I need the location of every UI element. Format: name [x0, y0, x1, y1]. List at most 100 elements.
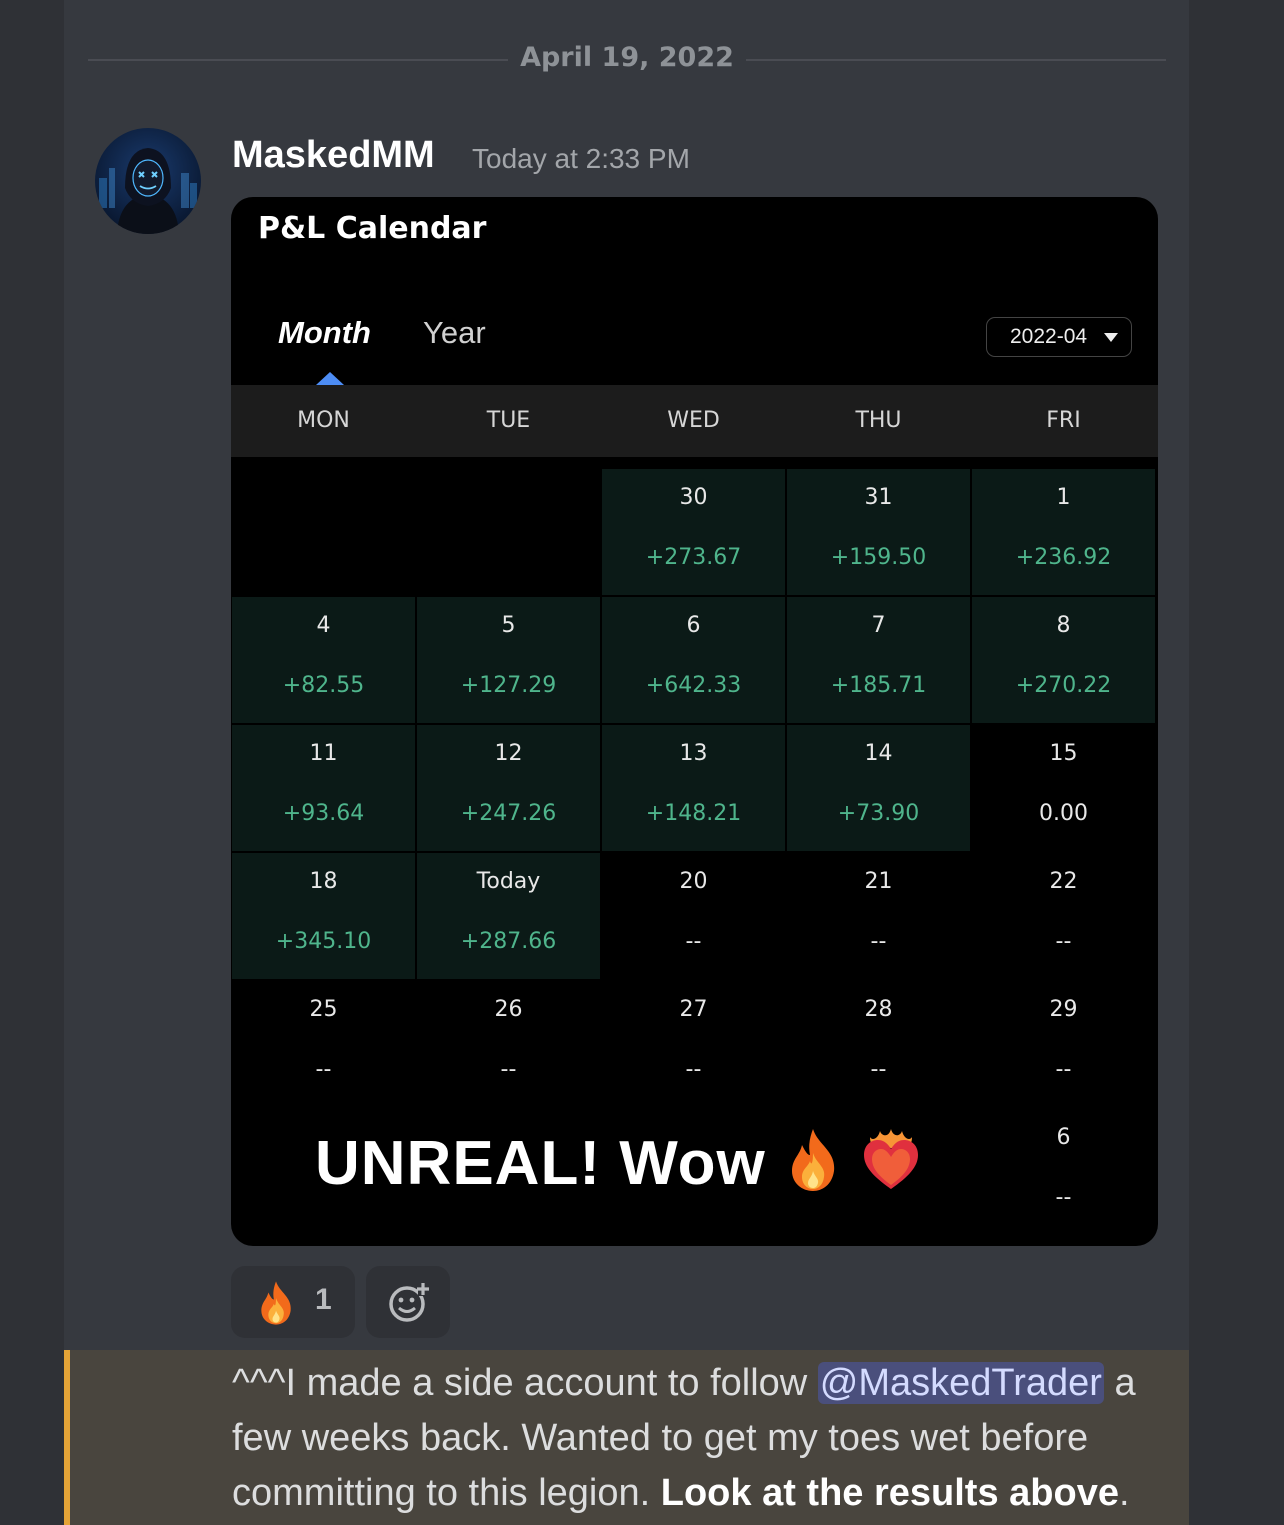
reply-bold: Look at the results above: [660, 1472, 1119, 1514]
day-number: 4: [316, 613, 331, 638]
day-pnl-value: --: [870, 929, 887, 954]
day-pnl-value: +270.22: [1015, 673, 1112, 698]
username[interactable]: MaskedMM: [232, 134, 435, 177]
day-number: 6: [686, 613, 701, 638]
calendar-day-cell[interactable]: 21 --: [787, 853, 970, 979]
weekday-label: MON: [297, 408, 350, 433]
day-pnl-value: --: [1055, 1057, 1072, 1082]
message-timestamp: Today at 2:33 PM: [472, 143, 690, 174]
day-number: 15: [1049, 741, 1078, 766]
weekday-label: THU: [855, 408, 902, 433]
day-number: 21: [864, 869, 893, 894]
date-divider: April 19, 2022: [88, 38, 1166, 82]
reply-message-text: ^^^I made a side account to follow @Mask…: [232, 1356, 1182, 1521]
weekday-label: TUE: [486, 408, 531, 433]
month-select[interactable]: 2022-04: [986, 317, 1132, 357]
day-number: 8: [1056, 613, 1071, 638]
calendar-day-cell[interactable]: 15 0.00: [972, 725, 1155, 851]
day-pnl-value: --: [500, 1057, 517, 1082]
day-pnl-value: --: [685, 1057, 702, 1082]
masked-figure-avatar-icon: [95, 128, 201, 234]
day-pnl-value: +93.64: [282, 801, 365, 826]
day-pnl-value: +236.92: [1015, 545, 1112, 570]
day-number: 22: [1049, 869, 1078, 894]
fire-reaction-button[interactable]: 1: [231, 1266, 355, 1338]
day-pnl-value: +185.71: [830, 673, 927, 698]
calendar-day-cell[interactable]: 12 +247.26: [417, 725, 600, 851]
calendar-day-cell[interactable]: 29 --: [972, 981, 1155, 1107]
day-number: Today: [476, 869, 541, 894]
day-pnl-value: --: [315, 1057, 332, 1082]
calendar-day-cell[interactable]: 26 --: [417, 981, 600, 1107]
avatar[interactable]: [95, 128, 201, 234]
date-divider-text: April 19, 2022: [520, 42, 734, 73]
weekday-label: WED: [667, 408, 720, 433]
heart-on-fire-icon: [860, 1127, 922, 1208]
caption-overlay: UNREAL! Wow: [315, 1127, 922, 1208]
calendar-day-cell[interactable]: 25 --: [232, 981, 415, 1107]
day-pnl-value: --: [1055, 929, 1072, 954]
calendar-day-cell: [232, 469, 415, 595]
calendar-title: P&L Calendar: [258, 211, 487, 246]
calendar-day-cell[interactable]: 5 +127.29: [417, 597, 600, 723]
reply-suffix: .: [1118, 1472, 1130, 1514]
calendar-day-cell[interactable]: 31 +159.50: [787, 469, 970, 595]
calendar-day-cell[interactable]: 27 --: [602, 981, 785, 1107]
right-gutter: [1189, 0, 1284, 1525]
day-number: 26: [494, 997, 523, 1022]
weekday-label: FRI: [1046, 408, 1081, 433]
day-number: 18: [309, 869, 338, 894]
calendar-day-cell[interactable]: 1 +236.92: [972, 469, 1155, 595]
calendar-day-cell[interactable]: 11 +93.64: [232, 725, 415, 851]
add-reaction-button[interactable]: [366, 1266, 450, 1338]
day-pnl-value: +127.29: [460, 673, 557, 698]
calendar-day-cell[interactable]: 30 +273.67: [602, 469, 785, 595]
day-pnl-value: --: [685, 929, 702, 954]
calendar-day-cell[interactable]: 18 +345.10: [232, 853, 415, 979]
calendar-day-cell[interactable]: 28 --: [787, 981, 970, 1107]
active-tab-indicator: [316, 372, 344, 385]
calendar-day-cell[interactable]: 20 --: [602, 853, 785, 979]
day-number: 14: [864, 741, 893, 766]
day-number: 28: [864, 997, 893, 1022]
day-pnl-value: --: [870, 1057, 887, 1082]
calendar-grid: 30 +273.67 31 +159.50 1 +236.92 4 +82.55 5 +127.2…: [231, 469, 1158, 1237]
reaction-count: 1: [315, 1283, 332, 1316]
day-number: 31: [864, 485, 893, 510]
user-mention[interactable]: @MaskedTrader: [817, 1362, 1104, 1404]
calendar-day-cell[interactable]: 8 +270.22: [972, 597, 1155, 723]
day-pnl-value: 0.00: [1039, 801, 1088, 826]
day-number: 11: [309, 741, 338, 766]
day-pnl-value: +273.67: [645, 545, 742, 570]
day-pnl-value: +287.66: [460, 929, 557, 954]
left-gutter: [0, 0, 64, 1525]
day-pnl-value: +82.55: [282, 673, 365, 698]
calendar-day-cell[interactable]: 7 +185.71: [787, 597, 970, 723]
calendar-day-cell[interactable]: 6 +642.33: [602, 597, 785, 723]
day-number: 5: [501, 613, 516, 638]
day-number: 29: [1049, 997, 1078, 1022]
day-number: 30: [679, 485, 708, 510]
calendar-day-cell[interactable]: 6 --: [972, 1109, 1155, 1235]
divider-line-right: [746, 59, 1166, 61]
day-number: 27: [679, 997, 708, 1022]
tab-year[interactable]: Year: [423, 315, 486, 351]
pnl-calendar-screenshot[interactable]: P&L Calendar Month Year 2022-04 MON TUE …: [231, 197, 1158, 1246]
calendar-day-cell[interactable]: 22 --: [972, 853, 1155, 979]
weekday-header: MON TUE WED THU FRI: [231, 385, 1158, 457]
fire-icon: [255, 1280, 297, 1330]
calendar-day-cell[interactable]: 4 +82.55: [232, 597, 415, 723]
calendar-day-cell[interactable]: Today +287.66: [417, 853, 600, 979]
day-number: 1: [1056, 485, 1071, 510]
chevron-down-icon: [1104, 333, 1118, 342]
calendar-day-cell[interactable]: 14 +73.90: [787, 725, 970, 851]
day-pnl-value: +247.26: [460, 801, 557, 826]
day-pnl-value: --: [1055, 1185, 1072, 1210]
fire-icon: [784, 1127, 842, 1208]
day-pnl-value: +642.33: [645, 673, 742, 698]
calendar-day-cell[interactable]: 13 +148.21: [602, 725, 785, 851]
tab-month[interactable]: Month: [278, 315, 371, 351]
add-reaction-icon: [388, 1281, 430, 1327]
reply-prefix: ^^^I made a side account to follow: [232, 1362, 818, 1404]
calendar-day-cell: [417, 469, 600, 595]
